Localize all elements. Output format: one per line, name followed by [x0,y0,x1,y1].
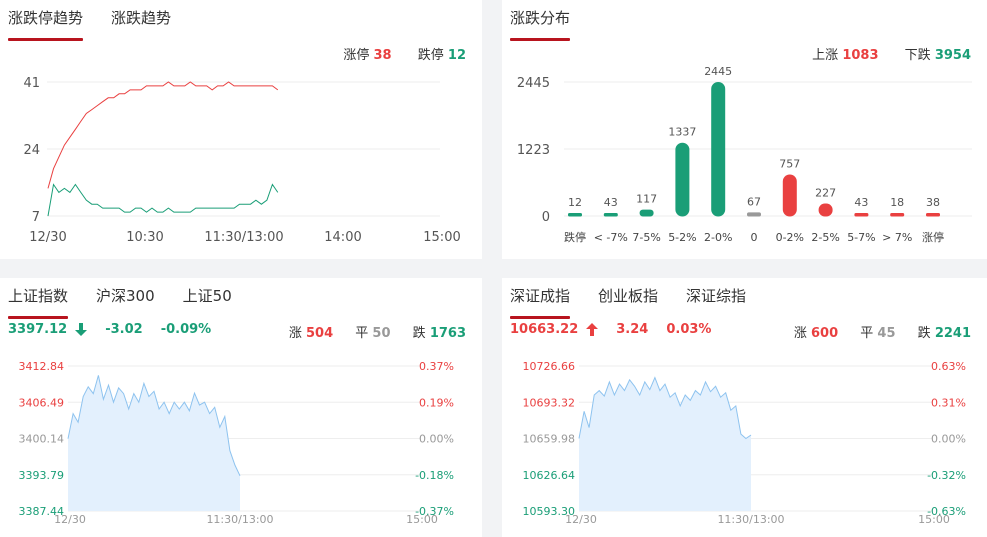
category-label: 0 [751,231,758,244]
distribution-bar [639,209,654,217]
category-label: 涨停 [922,230,944,244]
price-tick-label: 10726.66 [523,360,576,373]
sh-index-chart: 3412.84 0.37% 3406.49 0.19% 3400.14 0.00% 3393… [19,360,455,526]
category-label: 7-5% [632,231,660,244]
distribution-bar [603,213,618,217]
percent-tick-label: -0.32% [927,469,966,482]
price-tick-label: 10693.32 [523,396,576,409]
bar-value-label: 117 [636,193,657,206]
percent-tick-label: 0.00% [419,433,454,446]
limit-trend-chart: 41 24 7 12/30 10:30 11:30/13:00 14:00 15:00 [23,76,460,245]
price-tick-label: 3400.14 [19,433,65,446]
distribution-bar [568,213,582,217]
percent-tick-label: 0.00% [931,433,966,446]
bar-value-label: 2445 [704,65,732,78]
distribution-bar [890,213,905,217]
distribution-panel: 涨跌分布 上涨 1083 下跌 3954 2445 1223 0 12 跌停 43 < -7… [502,0,987,259]
distribution-bar [711,82,726,217]
percent-tick-label: 0.19% [419,396,454,409]
bar-value-label: 12 [568,196,582,209]
x-tick-label: 15:00 [918,513,950,526]
price-tick-label: 3412.84 [19,360,65,373]
price-tick-label: 3406.49 [19,396,65,409]
x-tick-label: 11:30/13:00 [206,513,273,526]
price-tick-label: 10659.98 [523,433,576,446]
price-tick-label: 3393.79 [19,469,65,482]
sz-index-panel: 深证成指 创业板指 深证综指 10663.22 3.24 0.03% 涨 600… [502,278,987,537]
limit-trend-panel: 涨跌停趋势 涨跌趋势 涨停 38 跌停 12 41 24 7 12/30 10:30 11… [0,0,482,259]
category-label: 5-2% [668,231,696,244]
x-tick-label: 15:00 [406,513,438,526]
bar-value-label: 1337 [668,126,696,139]
percent-tick-label: -0.18% [415,469,454,482]
sz-index-chart: 10726.66 0.63% 10693.32 0.31% 10659.98 0.00% 1… [523,360,967,526]
category-label: 2-5% [811,231,839,244]
y-tick-label: 1223 [517,143,550,158]
distribution-bar [926,213,940,217]
percent-tick-label: 0.37% [419,360,454,373]
price-tick-label: 10626.64 [523,469,576,482]
y-tick-label: 0 [542,210,550,225]
x-tick-label: 11:30/13:00 [717,513,784,526]
distribution-bar [782,174,797,217]
bar-value-label: 38 [926,196,940,209]
x-tick-label: 12/30 [29,230,66,245]
distribution-bar [747,212,761,217]
x-tick-label: 11:30/13:00 [204,230,283,245]
x-tick-label: 12/30 [565,513,597,526]
bar-value-label: 43 [854,196,868,209]
category-label: > 7% [882,231,912,244]
bar-value-label: 227 [815,187,836,200]
category-label: 0-2% [776,231,804,244]
bar-value-label: 757 [779,158,800,171]
bar-value-label: 18 [890,196,904,209]
percent-tick-label: 0.31% [931,396,966,409]
sh-index-panel: 上证指数 沪深300 上证50 3397.12 -3.02 -0.09% 涨 5… [0,278,482,537]
x-tick-label: 12/30 [54,513,86,526]
x-tick-label: 14:00 [324,230,361,245]
limit-down-line [47,183,279,217]
distribution-bar [675,142,690,217]
y-tick-label: 41 [23,76,40,91]
percent-tick-label: 0.63% [931,360,966,373]
distribution-bar [818,203,833,217]
category-label: 2-0% [704,231,732,244]
distribution-chart: 2445 1223 0 12 跌停 43 < -7% 117 7-5% 1337 5-2% 2445 2… [517,65,972,244]
bar-value-label: 43 [604,196,618,209]
sz-index-area-fill [579,377,751,511]
x-tick-label: 10:30 [126,230,163,245]
bar-value-label: 67 [747,195,761,208]
y-tick-label: 2445 [517,76,550,91]
category-label: 5-7% [847,231,875,244]
x-tick-label: 15:00 [423,230,460,245]
y-tick-label: 7 [32,210,40,225]
y-tick-label: 24 [23,143,40,158]
category-label: 跌停 [564,230,586,244]
sh-index-area-fill [68,375,240,511]
limit-up-line [47,81,279,189]
category-label: < -7% [594,231,628,244]
distribution-bar [854,213,869,217]
